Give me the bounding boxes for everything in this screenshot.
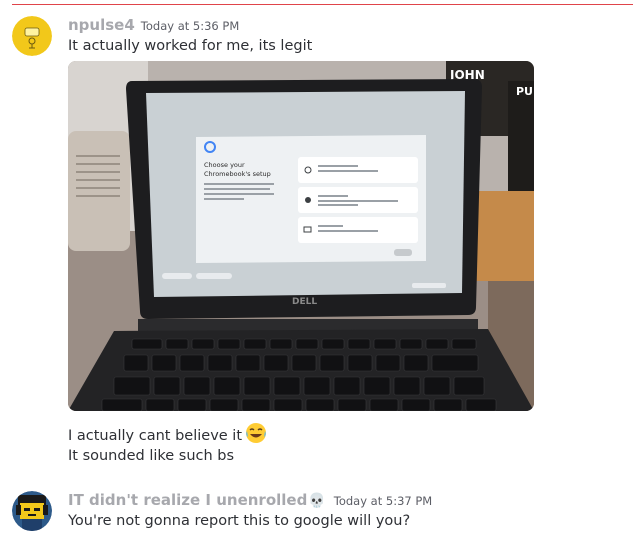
message-text: You're not gonna report this to google w…: [68, 513, 411, 529]
sign-text-2: PU: [516, 85, 533, 98]
username[interactable]: IT didn't realize I unenrolled: [68, 491, 307, 509]
avatar-npulse4-icon: [12, 16, 52, 56]
message-text: I actually cant believe it: [68, 422, 267, 448]
username[interactable]: npulse4: [68, 16, 135, 34]
image-attachment[interactable]: JOHN PU Choose your Chromebook's setup D…: [68, 61, 534, 411]
avatar[interactable]: [12, 491, 52, 531]
screen-heading: Choose your: [204, 161, 245, 169]
svg-text:Chromebook's setup: Chromebook's setup: [204, 170, 271, 178]
message-header: IT didn't realize I unenrolled 💀 Today a…: [68, 491, 432, 509]
face-with-tears-of-joy-icon: [245, 422, 267, 448]
timestamp[interactable]: Today at 5:36 PM: [141, 19, 239, 33]
message-text: It sounded like such bs: [68, 448, 235, 464]
message-text-content: I actually cant believe it: [68, 428, 243, 444]
avatar-pixel-character-icon: [12, 491, 52, 531]
new-messages-divider: [12, 4, 633, 5]
timestamp[interactable]: Today at 5:37 PM: [334, 494, 432, 508]
laptop-brand: DELL: [292, 297, 317, 307]
avatar[interactable]: [12, 16, 52, 56]
chromebook-photo: JOHN PU Choose your Chromebook's setup D…: [68, 61, 534, 411]
message-header: npulse4 Today at 5:36 PM: [68, 16, 239, 34]
message-text: It actually worked for me, its legit: [68, 38, 313, 54]
skull-icon: 💀: [308, 493, 326, 509]
